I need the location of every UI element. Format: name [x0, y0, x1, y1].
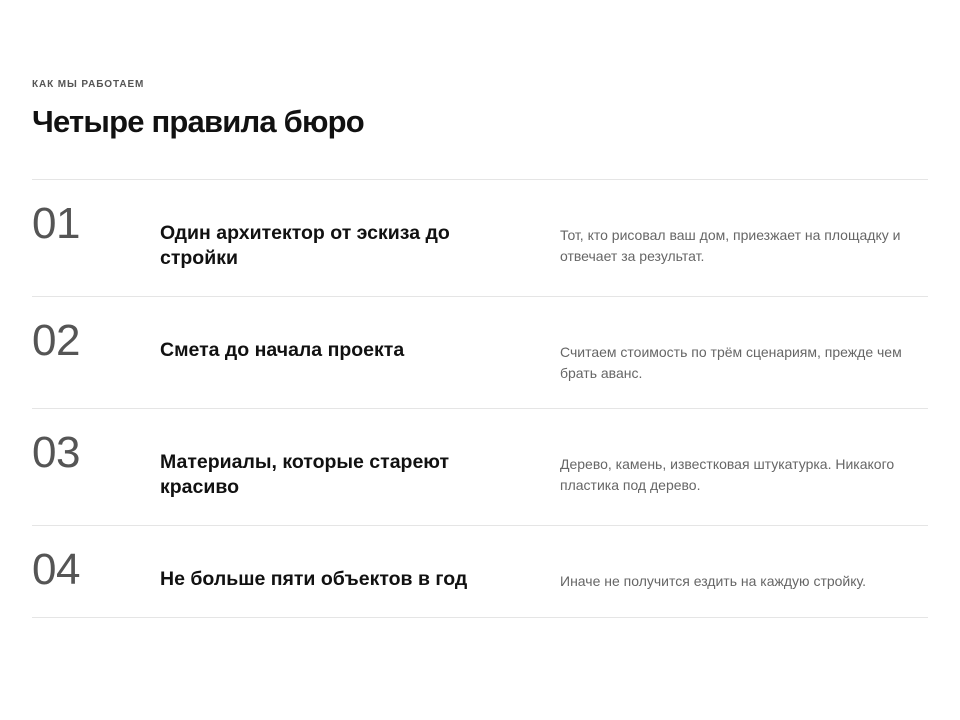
- rule-item: 01 Один архитектор от эскиза до стройки …: [32, 180, 928, 297]
- section-eyebrow: КАК МЫ РАБОТАЕМ: [32, 79, 145, 90]
- rule-description: Тот, кто рисовал ваш дом, приезжает на п…: [560, 227, 901, 264]
- rule-number: 01: [32, 199, 80, 248]
- rules-list: 01 Один архитектор от эскиза до стройки …: [32, 179, 928, 618]
- rule-title: Смета до начала проекта: [160, 339, 405, 361]
- rule-title: Материалы, которые стареют красиво: [160, 451, 450, 498]
- rule-item: 04 Не больше пяти объектов в год Иначе н…: [32, 526, 928, 618]
- rule-description: Иначе не получится ездить на каждую стро…: [560, 573, 867, 589]
- rule-item: 03 Материалы, которые стареют красиво Де…: [32, 409, 928, 526]
- rule-number: 02: [32, 316, 80, 365]
- page: КАК МЫ РАБОТАЕМ Четыре правила бюро 01 О…: [0, 0, 960, 720]
- rule-description: Дерево, камень, известковая штукатурка. …: [560, 456, 895, 493]
- rule-number: 04: [32, 545, 80, 594]
- section-title: Четыре правила бюро: [32, 104, 365, 139]
- rule-number: 03: [32, 428, 80, 477]
- rule-description: Считаем стоимость по трём сценариям, пре…: [560, 344, 902, 381]
- rule-title: Не больше пяти объектов в год: [160, 568, 468, 590]
- rule-title: Один архитектор от эскиза до стройки: [160, 222, 450, 269]
- rule-item: 02 Смета до начала проекта Считаем стоим…: [32, 297, 928, 409]
